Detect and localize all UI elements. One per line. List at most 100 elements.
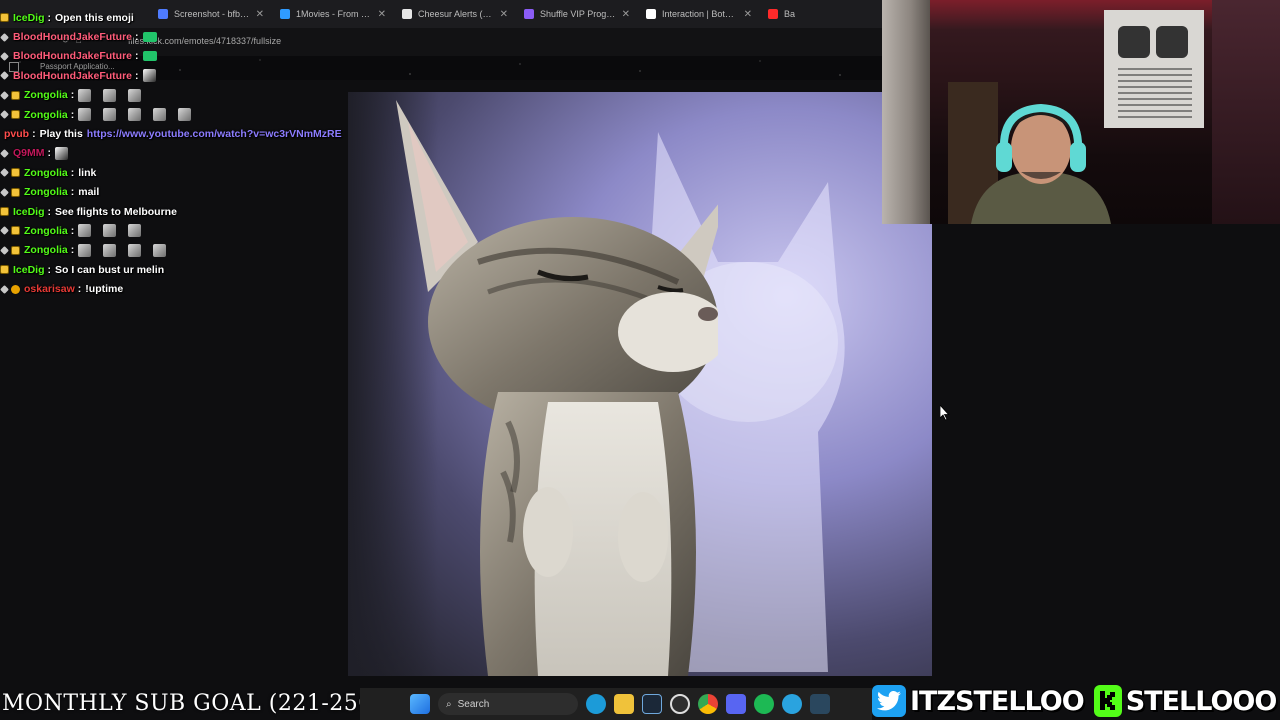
chat-emote-icon[interactable] — [103, 243, 117, 257]
chat-message: Zongolia: mail — [0, 183, 345, 202]
chat-separator: : — [70, 89, 75, 102]
chat-emote-icon[interactable] — [78, 224, 92, 238]
emote-image-panel — [348, 92, 932, 676]
chat-username[interactable]: IceDig — [13, 206, 45, 218]
obs-icon[interactable] — [670, 694, 690, 714]
badge-group — [0, 52, 9, 61]
chat-emote-icon[interactable] — [103, 88, 117, 102]
chat-message: pvub: Play this https://www.youtube.com/wa… — [0, 124, 345, 143]
chat-username[interactable]: IceDig — [13, 12, 45, 24]
badge-group — [0, 226, 20, 236]
sub-goal-text: MONTHLY SUB GOAL (221-250) — [2, 691, 382, 716]
chat-emote-icon[interactable] — [153, 108, 167, 122]
chat-message: oskarisaw: !uptime — [0, 279, 345, 298]
spotify-icon[interactable] — [754, 694, 774, 714]
chat-link[interactable]: https://www.youtube.com/watch?v=wc3rVNmM… — [87, 128, 342, 140]
chat-emote-icon[interactable] — [55, 146, 68, 160]
chat-username[interactable]: BloodHoundJakeFuture — [13, 50, 132, 62]
twitter-handle: ITZSTELLOO — [909, 685, 1085, 718]
streamer-person — [971, 103, 1111, 224]
edge-icon[interactable] — [586, 694, 606, 714]
chat-message: Zongolia: — [0, 105, 345, 124]
sword-badge-icon — [0, 90, 9, 100]
search-icon: ⌕ — [446, 698, 452, 710]
chat-username[interactable]: Zongolia — [24, 244, 68, 256]
browser-tab[interactable]: Shuffle VIP Program | Shu ✕ — [516, 0, 638, 28]
tab-close-icon[interactable]: ✕ — [744, 9, 752, 20]
chat-text: Open this emoji — [55, 11, 134, 24]
twitter-icon — [872, 685, 906, 717]
chat-emote-icon[interactable] — [142, 32, 157, 43]
wall-poster — [1104, 10, 1204, 128]
badge-group — [0, 265, 9, 275]
chat-username[interactable]: oskarisaw — [24, 283, 75, 295]
chat-separator: : — [70, 224, 75, 237]
chat-emote-icon[interactable] — [142, 51, 157, 62]
chat-separator: : — [47, 11, 52, 24]
chat-message: BloodHoundJakeFuture: — [0, 66, 345, 85]
chat-emote-icon[interactable] — [178, 108, 192, 122]
chat-username[interactable]: Zongolia — [24, 89, 68, 101]
steam-icon[interactable] — [642, 694, 662, 714]
browser-tab[interactable]: Ba — [760, 0, 882, 28]
kick-icon — [1093, 685, 1122, 717]
folder-icon[interactable] — [614, 694, 634, 714]
chat-emote-icon[interactable] — [78, 108, 92, 122]
tab-close-icon[interactable]: ✕ — [500, 9, 508, 20]
chat-emote-icon[interactable] — [142, 69, 156, 83]
chat-separator: : — [32, 128, 36, 141]
chat-emote-icon[interactable] — [103, 224, 117, 238]
chat-emote-icon[interactable] — [103, 108, 117, 122]
steam-icon-2[interactable] — [810, 694, 830, 714]
chat-message: Zongolia: link — [0, 163, 345, 182]
chat-message: Zongolia: — [0, 86, 345, 105]
windows-start-icon[interactable] — [410, 694, 430, 714]
chat-emote-icon[interactable] — [128, 108, 142, 122]
chat-emote-icon[interactable] — [78, 88, 92, 102]
chat-emote-icon[interactable] — [128, 224, 142, 238]
chat-username[interactable]: Zongolia — [24, 167, 68, 179]
sword-badge-icon — [0, 284, 9, 294]
taskbar-search[interactable]: ⌕ Search — [438, 693, 578, 715]
sword-badge-icon — [0, 110, 9, 120]
sub-badge-icon — [11, 226, 20, 236]
chat-username[interactable]: pvub — [4, 128, 29, 140]
webcam-feed — [882, 0, 1280, 224]
chat-emote-icon[interactable] — [128, 243, 142, 257]
chat-separator: : — [135, 69, 139, 82]
tab-close-icon[interactable]: ✕ — [622, 9, 630, 20]
badge-group — [0, 13, 9, 23]
chat-separator: : — [47, 263, 52, 276]
sub-badge-icon — [11, 245, 20, 255]
discord-icon[interactable] — [726, 694, 746, 714]
tab-favicon-icon — [646, 9, 656, 19]
telegram-icon[interactable] — [782, 694, 802, 714]
sub-badge-icon — [0, 207, 9, 217]
chat-username[interactable]: Zongolia — [24, 109, 68, 121]
sword-badge-icon — [0, 148, 9, 158]
chat-username[interactable]: IceDig — [13, 264, 45, 276]
chat-username[interactable]: Zongolia — [24, 186, 68, 198]
browser-tab[interactable]: Cheesur Alerts (@Cheesur ✕ — [394, 0, 516, 28]
chat-username[interactable]: BloodHoundJakeFuture — [13, 31, 132, 43]
chat-username[interactable]: Zongolia — [24, 225, 68, 237]
chat-separator: : — [47, 147, 52, 160]
tab-close-icon[interactable]: ✕ — [378, 9, 386, 20]
tab-favicon-icon — [402, 9, 412, 19]
sub-badge-icon — [11, 90, 20, 100]
info-badge-icon — [11, 284, 20, 294]
chat-message: IceDig: So I can bust ur melin — [0, 260, 345, 279]
badge-group — [0, 207, 9, 217]
sword-badge-icon — [0, 226, 9, 236]
chat-emote-icon[interactable] — [78, 243, 92, 257]
chrome-icon[interactable] — [698, 694, 718, 714]
chat-message: BloodHoundJakeFuture: — [0, 47, 345, 66]
chat-separator: : — [77, 283, 82, 296]
chat-username[interactable]: Q9MM — [13, 147, 45, 159]
browser-tab[interactable]: Interaction | BotRix — Cli ✕ — [638, 0, 760, 28]
chat-username[interactable]: BloodHoundJakeFuture — [13, 70, 132, 82]
chat-separator: : — [70, 166, 75, 179]
tab-label: Ba — [784, 9, 796, 19]
chat-emote-icon[interactable] — [128, 88, 142, 102]
chat-emote-icon[interactable] — [153, 243, 167, 257]
